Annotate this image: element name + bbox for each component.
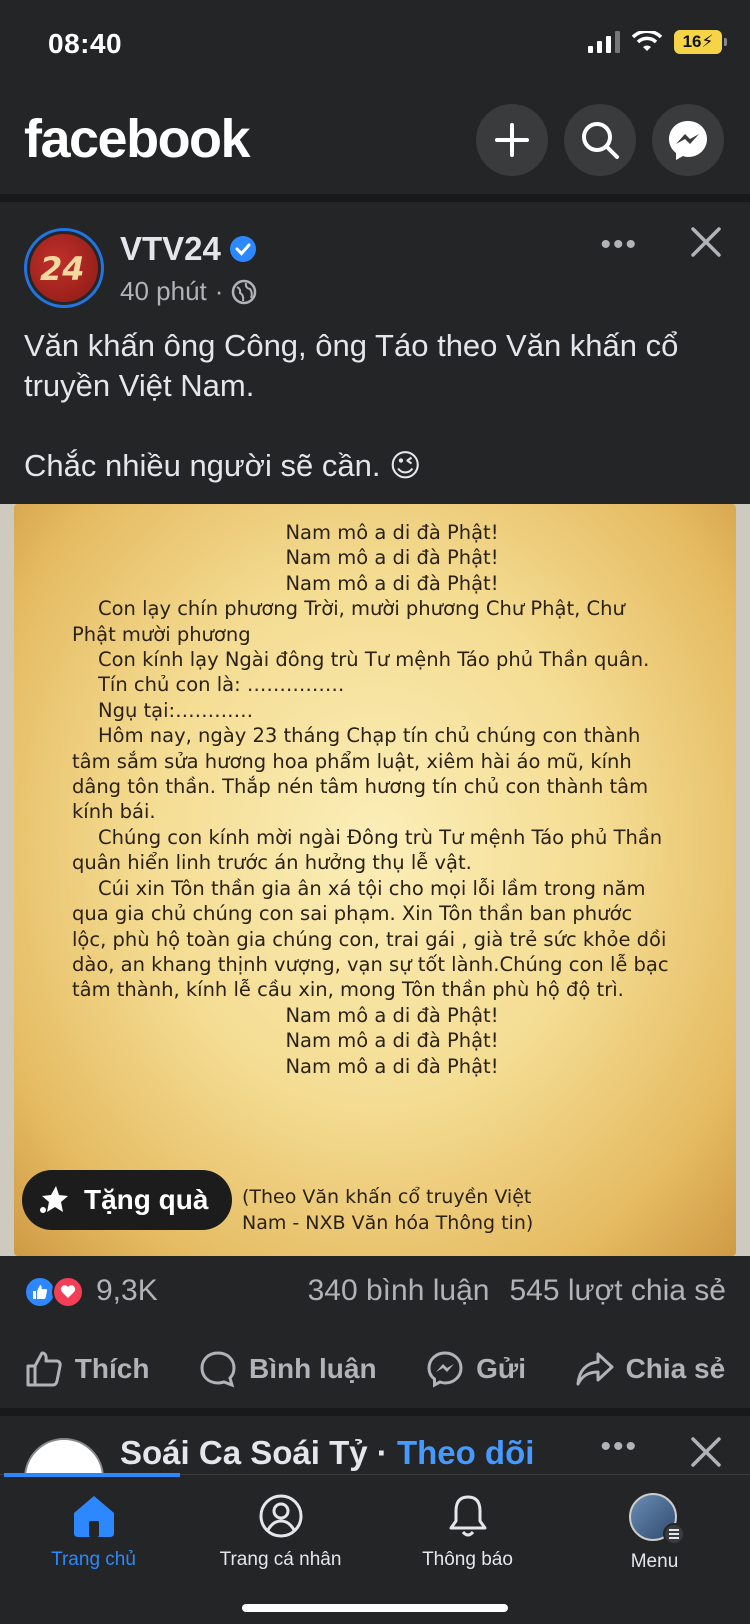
next-author-avatar[interactable] [24, 1438, 104, 1476]
prayer-line: Con lạy chín phương Trời, mười phương Ch… [72, 597, 625, 646]
vtv24-logo: 24 [30, 234, 98, 302]
comment-count[interactable]: 340 bình luận [308, 1274, 490, 1308]
prayer-line: Nam mô a di đà Phật! [285, 1054, 499, 1078]
next-post-header: Soái Ca Soái Tỷ · Theo dõi [120, 1434, 534, 1472]
caption-line: Văn khấn ông Công, ông Táo theo Văn khấn… [24, 328, 679, 403]
battery-level: 16 [682, 32, 702, 51]
home-indicator [242, 1604, 508, 1612]
share-icon [576, 1352, 614, 1386]
tab-menu[interactable]: Menu [561, 1493, 748, 1573]
prayer-line: Tín chủ con là: …………… [98, 673, 345, 697]
profile-icon [259, 1494, 302, 1538]
post-actions: Thích Bình luận Gửi Chia sẻ [0, 1334, 750, 1404]
source-line: Nam - NXB Văn hóa Thông tin) [242, 1212, 534, 1234]
plus-icon [495, 123, 529, 157]
signal-icon [588, 31, 620, 53]
prayer-line: Nam mô a di đà Phật! [285, 571, 499, 595]
tab-label: Trang cá nhân [219, 1549, 342, 1570]
prayer-line: Hôm nay, ngày 23 tháng Chạp tín chủ chún… [72, 724, 649, 824]
divider [0, 1408, 750, 1416]
post-author[interactable]: VTV24 [120, 230, 257, 268]
love-reaction-icon [52, 1276, 84, 1308]
battery-indicator: 16 ⚡ [674, 30, 727, 54]
prayer-line: Nam mô a di đà Phật! [285, 1029, 499, 1053]
prayer-source: (Theo Văn khấn cổ truyền Việt Nam - NXB … [242, 1184, 533, 1236]
reaction-summary: 9,3K 340 bình luận 545 lượt chia sẻ [0, 1256, 750, 1324]
prayer-text: Nam mô a di đà Phật! Nam mô a di đà Phật… [72, 520, 672, 1079]
caption-line: Chắc nhiều người sẽ cần. 😉 [24, 448, 422, 483]
globe-icon [232, 279, 257, 304]
active-tab-indicator [4, 1473, 180, 1477]
comment-label: Bình luận [249, 1353, 377, 1384]
prayer-line: Nam mô a di đà Phật! [285, 546, 499, 570]
tab-label: Thông báo [422, 1549, 513, 1570]
status-icons: 16 ⚡ [588, 30, 727, 54]
comment-button[interactable]: Bình luận [199, 1350, 377, 1388]
prayer-line: Nam mô a di đà Phật! [285, 1003, 499, 1027]
next-author-name[interactable]: Soái Ca Soái Tỷ [120, 1434, 368, 1471]
prayer-line: Chúng con kính mời ngài Đông trù Tư mệnh… [72, 825, 663, 875]
svg-text:24: 24 [40, 250, 85, 288]
thumbs-up-icon [26, 1351, 62, 1387]
divider [0, 194, 750, 202]
tab-profile[interactable]: Trang cá nhân [187, 1493, 374, 1571]
search-icon [582, 122, 619, 159]
verified-badge-icon [229, 236, 256, 262]
tab-home[interactable]: Trang chủ [0, 1493, 187, 1571]
home-icon [73, 1496, 114, 1537]
close-icon [691, 227, 721, 257]
next-feed-post: Soái Ca Soái Tỷ · Theo dõi ••• [0, 1416, 750, 1476]
send-label: Gửi [476, 1353, 526, 1384]
post-meta: 40 phút · [120, 276, 257, 307]
gift-button[interactable]: Tặng quà [22, 1170, 233, 1230]
comment-icon [200, 1351, 236, 1388]
tab-notifications[interactable]: Thông báo [374, 1493, 561, 1571]
post-time[interactable]: 40 phút [120, 276, 207, 307]
wifi-icon [632, 31, 662, 51]
status-time: 08:40 [48, 28, 123, 59]
like-button[interactable]: Thích [25, 1350, 150, 1388]
send-button[interactable]: Gửi [426, 1350, 526, 1388]
next-post-close-button[interactable] [688, 1434, 724, 1475]
separator: · [376, 1434, 388, 1471]
next-post-more-button[interactable]: ••• [600, 1430, 638, 1464]
share-count[interactable]: 545 lượt chia sẻ [509, 1274, 726, 1308]
close-icon [691, 1437, 721, 1467]
engagement-stats: 340 bình luận 545 lượt chia sẻ [308, 1274, 726, 1308]
messenger-icon [427, 1351, 463, 1388]
create-button[interactable] [476, 104, 548, 176]
author-name[interactable]: VTV24 [120, 230, 221, 268]
source-line: (Theo Văn khấn cổ truyền Việt [242, 1186, 532, 1208]
menu-avatar [628, 1493, 685, 1545]
messenger-button[interactable] [652, 104, 724, 176]
follow-button[interactable]: Theo dõi [397, 1434, 534, 1471]
tab-label: Menu [630, 1551, 679, 1572]
post-close-button[interactable] [688, 224, 724, 265]
bottom-tab-bar: Trang chủ Trang cá nhân Thông báo Menu [0, 1473, 750, 1624]
prayer-line: Ngụ tại:………… [98, 698, 254, 722]
gift-sparkle-icon [40, 1186, 68, 1213]
post-more-button[interactable]: ••• [600, 228, 638, 262]
facebook-logo[interactable]: facebook [24, 108, 251, 170]
reaction-icons[interactable] [24, 1276, 84, 1308]
share-label: Chia sẻ [625, 1353, 726, 1384]
bell-icon [449, 1495, 486, 1537]
app-header: facebook [0, 90, 750, 194]
post-caption: Văn khấn ông Công, ông Táo theo Văn khấn… [24, 326, 724, 526]
search-button[interactable] [564, 104, 636, 176]
prayer-line: Con kính lạy Ngài đông trù Tư mệnh Táo p… [98, 648, 650, 672]
share-button[interactable]: Chia sẻ [576, 1350, 726, 1388]
prayer-line: Nam mô a di đà Phật! [285, 521, 499, 544]
gift-label: Tặng quà [84, 1184, 209, 1215]
menu-lines-icon [662, 1523, 685, 1545]
post-image[interactable]: Nam mô a di đà Phật! Nam mô a di đà Phật… [0, 504, 750, 1256]
messenger-icon [669, 121, 707, 160]
prayer-line: Cúi xin Tôn thần gia ân xá tội cho mọi l… [72, 876, 669, 1002]
tab-label: Trang chủ [51, 1549, 136, 1570]
author-avatar[interactable]: 24 [24, 228, 104, 308]
status-bar: 08:40 16 ⚡ [0, 0, 750, 90]
like-label: Thích [74, 1353, 150, 1384]
reaction-count[interactable]: 9,3K [96, 1274, 158, 1308]
